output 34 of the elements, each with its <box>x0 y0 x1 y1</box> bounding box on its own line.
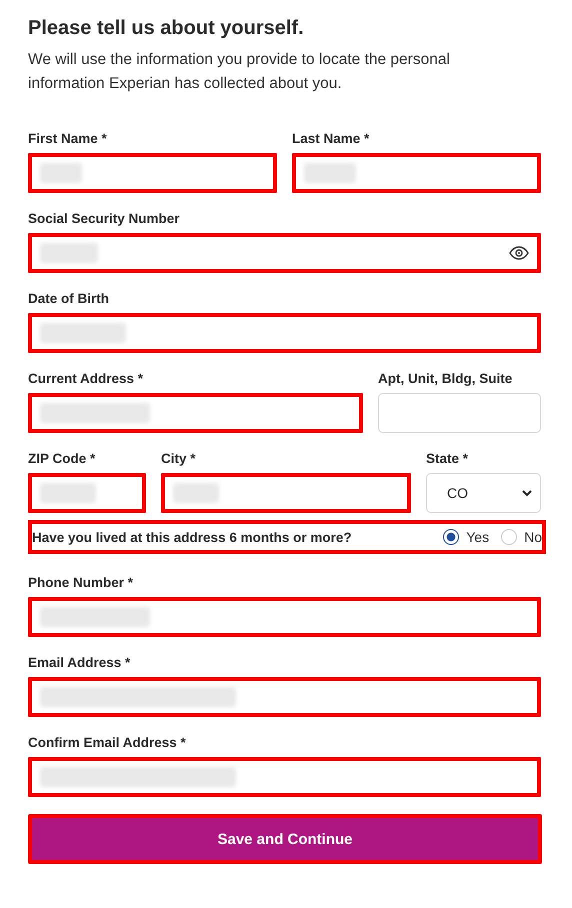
question-text: Have you lived at this address 6 months or more? <box>32 530 352 544</box>
save-button[interactable]: Save and Continue <box>28 814 542 864</box>
field-label: Last Name * <box>292 130 370 148</box>
input-field[interactable] <box>161 473 411 513</box>
field-label: First Name * <box>28 130 108 148</box>
chevron-down-icon <box>522 490 532 496</box>
field-label: Current Address * <box>28 370 144 388</box>
option-label: Yes <box>466 529 490 545</box>
radio-option[interactable]: No <box>501 529 542 545</box>
intro-text: We will use the information you provide to locate the personal information Experian has collected about you. <box>28 50 451 94</box>
option-label: No <box>524 529 542 545</box>
field-label: Date of Birth <box>28 290 110 308</box>
input-field[interactable] <box>292 153 541 193</box>
field-label: Apt, Unit, Bldg, Suite <box>378 370 514 388</box>
field-label: Social Security Number <box>28 210 181 228</box>
input-field[interactable] <box>28 757 541 797</box>
radio-option[interactable]: Yes <box>443 529 490 545</box>
input-field[interactable] <box>28 677 541 717</box>
input-field[interactable] <box>28 313 541 353</box>
eye-icon[interactable] <box>509 246 529 260</box>
input-field[interactable] <box>28 597 541 637</box>
input-field[interactable] <box>28 473 146 513</box>
field-label: Phone Number * <box>28 574 134 592</box>
field-label: City * <box>161 450 197 468</box>
state-select[interactable]: CO <box>426 473 541 513</box>
field-label: ZIP Code * <box>28 450 96 468</box>
field-label: State * <box>426 450 470 468</box>
password-field[interactable] <box>28 233 541 273</box>
input-field[interactable] <box>28 393 363 433</box>
field-label: Email Address * <box>28 654 132 672</box>
page-heading: Please tell us about yourself. <box>28 16 305 41</box>
radio-button[interactable] <box>443 529 460 545</box>
input-field[interactable] <box>28 153 277 193</box>
field-label: Confirm Email Address * <box>28 734 187 752</box>
